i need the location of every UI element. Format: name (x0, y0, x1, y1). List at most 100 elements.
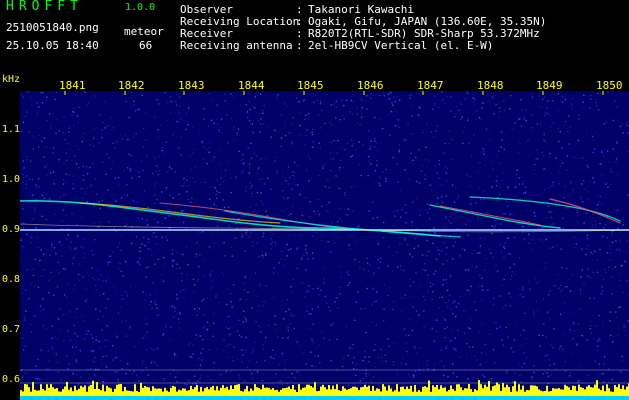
noise-speck (38, 134, 40, 136)
noise-speck (454, 241, 457, 243)
noise-speck (121, 138, 123, 140)
noise-speck (602, 324, 604, 326)
noise-speck (184, 383, 186, 385)
noise-speck (376, 291, 378, 293)
noise-speck (176, 380, 178, 383)
noise-speck (344, 194, 346, 196)
level-bar (86, 391, 88, 396)
level-bar (102, 384, 104, 396)
noise-speck (23, 222, 25, 224)
noise-speck (61, 255, 63, 257)
noise-speck (459, 295, 461, 297)
noise-speck (250, 187, 252, 189)
noise-speck (456, 376, 458, 378)
noise-speck (265, 285, 267, 287)
noise-speck (598, 314, 600, 317)
noise-speck (63, 294, 66, 296)
noise-speck (307, 118, 309, 120)
noise-speck (173, 130, 175, 133)
noise-speck (412, 220, 414, 222)
noise-speck (199, 335, 201, 337)
noise-speck (175, 354, 177, 356)
noise-speck (287, 329, 289, 332)
noise-speck (192, 353, 194, 355)
noise-speck (168, 166, 171, 168)
noise-speck (524, 312, 526, 315)
noise-speck (292, 171, 294, 173)
level-bar (400, 386, 402, 396)
noise-speck (522, 286, 524, 288)
noise-speck (178, 112, 180, 114)
noise-speck (509, 266, 511, 269)
noise-speck (223, 93, 226, 95)
noise-speck (436, 319, 438, 321)
noise-speck (190, 201, 192, 203)
noise-speck (402, 140, 405, 142)
noise-speck (179, 96, 181, 98)
noise-speck (562, 217, 564, 220)
noise-speck (284, 134, 287, 137)
noise-speck (210, 271, 213, 273)
level-bar (250, 388, 252, 396)
noise-speck (37, 246, 40, 249)
noise-speck (180, 117, 183, 120)
noise-speck (245, 318, 247, 320)
noise-speck (91, 350, 93, 353)
noise-speck (290, 380, 292, 382)
level-bar (604, 391, 606, 396)
noise-speck (203, 211, 205, 214)
noise-speck (445, 253, 447, 255)
noise-speck (619, 272, 621, 275)
noise-speck (239, 105, 241, 107)
level-bar (212, 385, 214, 396)
noise-speck (199, 377, 201, 380)
noise-speck (548, 293, 550, 296)
level-bar (186, 390, 188, 396)
noise-speck (76, 197, 78, 199)
noise-speck (317, 384, 319, 386)
noise-speck (178, 105, 181, 108)
level-bar (122, 391, 124, 396)
noise-speck (593, 181, 596, 184)
noise-speck (264, 359, 266, 362)
level-bar (520, 389, 522, 396)
noise-speck (182, 210, 184, 212)
noise-speck (262, 235, 264, 237)
noise-speck (230, 177, 232, 179)
noise-speck (177, 147, 180, 149)
noise-speck (144, 335, 147, 337)
noise-speck (506, 206, 509, 208)
level-bar (58, 391, 60, 396)
noise-speck (109, 261, 111, 263)
noise-speck (312, 341, 314, 343)
noise-speck (254, 96, 257, 98)
noise-speck (508, 214, 511, 216)
noise-speck (351, 154, 354, 157)
noise-speck (259, 123, 262, 125)
noise-speck (453, 348, 456, 350)
noise-speck (29, 97, 32, 99)
noise-speck (492, 256, 494, 259)
noise-speck (92, 145, 95, 147)
noise-speck (69, 339, 72, 342)
level-bar (584, 389, 586, 396)
noise-speck (71, 346, 74, 348)
noise-speck (468, 290, 470, 292)
noise-speck (355, 240, 357, 242)
noise-speck (217, 123, 219, 125)
noise-speck (82, 247, 85, 249)
noise-speck (112, 251, 114, 253)
noise-speck (68, 174, 70, 176)
noise-speck (602, 226, 605, 229)
level-bar (92, 380, 94, 396)
noise-speck (37, 127, 39, 130)
noise-speck (106, 153, 108, 155)
noise-speck (55, 92, 58, 94)
level-bar (544, 391, 546, 396)
noise-speck (418, 106, 421, 108)
level-bar (236, 384, 238, 396)
noise-speck (492, 168, 495, 170)
noise-speck (510, 296, 512, 299)
noise-speck (430, 131, 433, 133)
noise-speck (310, 177, 313, 180)
